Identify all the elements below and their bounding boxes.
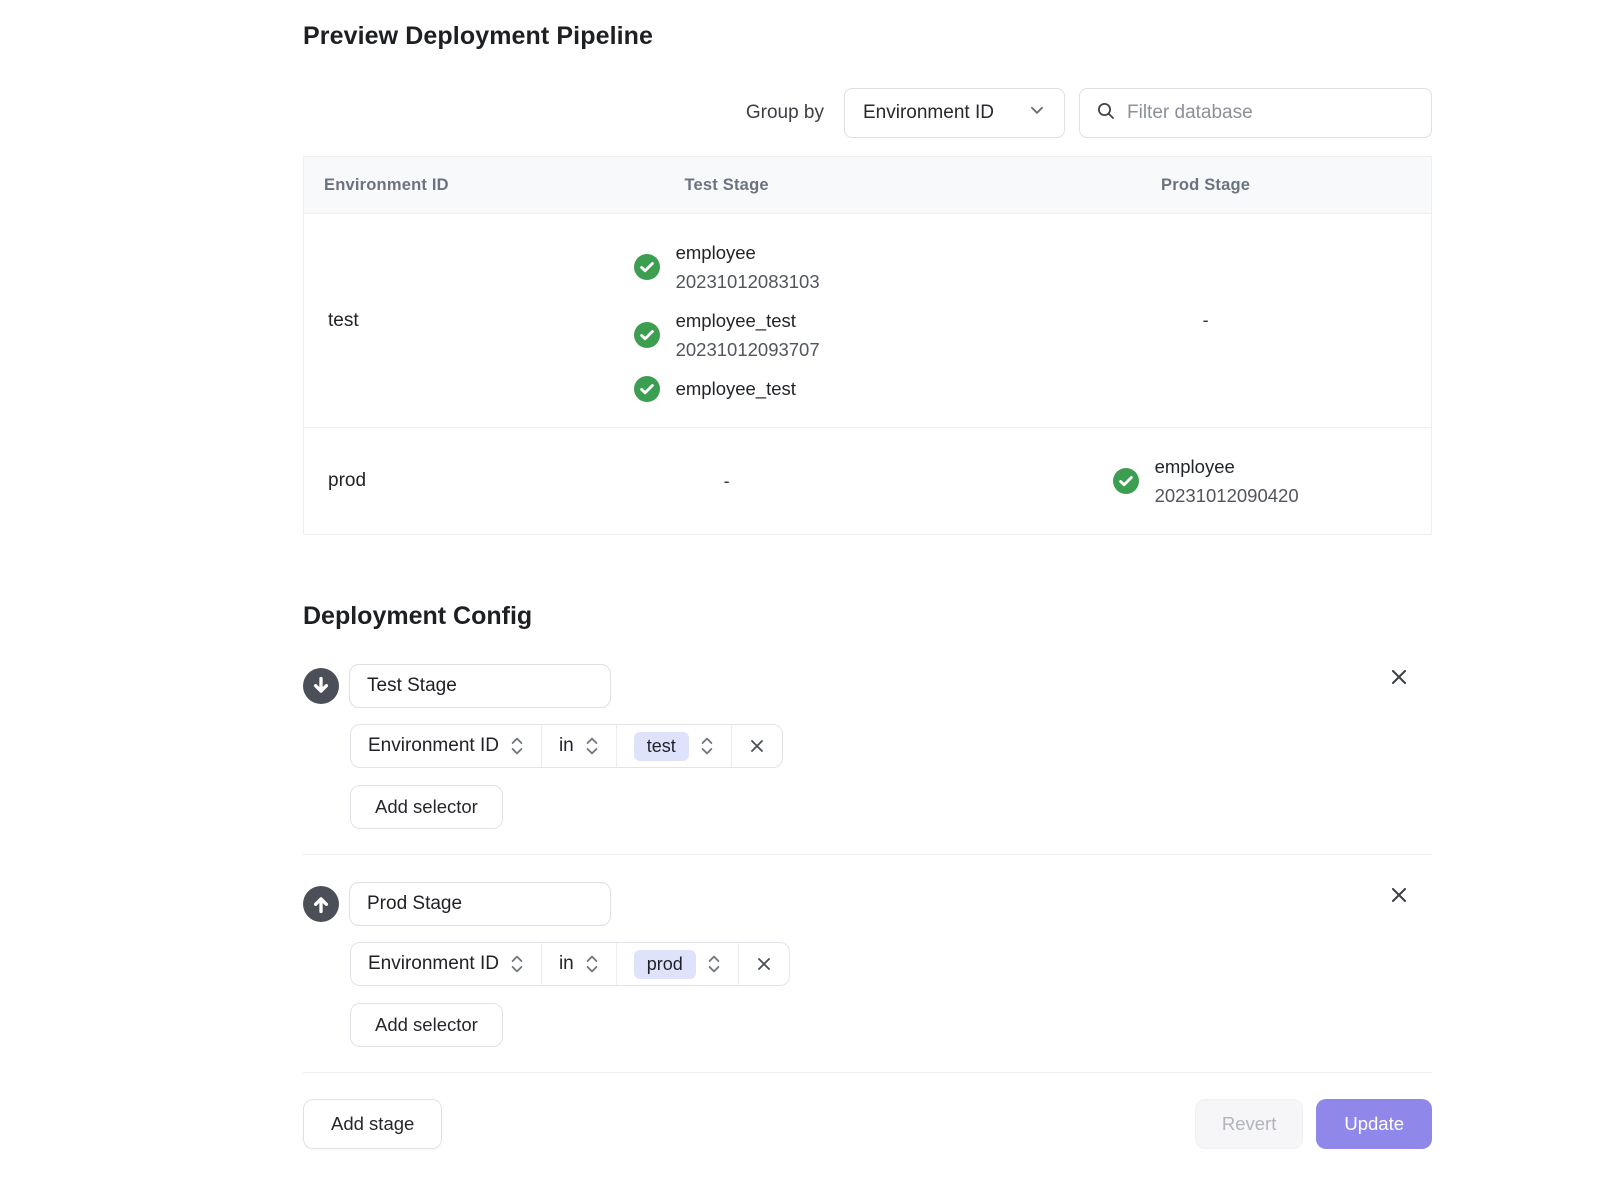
success-check-icon [634, 254, 660, 280]
remove-stage-button[interactable] [1386, 664, 1412, 690]
stage-section-prod: Environment ID in prod Add selector [303, 855, 1432, 1047]
deployment-list: employee 20231012090420 [1113, 452, 1299, 510]
close-icon [747, 736, 767, 756]
page-title: Preview Deployment Pipeline [303, 22, 1432, 51]
success-check-icon [634, 322, 660, 348]
section-divider [303, 1072, 1432, 1073]
database-name: employee_test [676, 306, 820, 335]
add-selector-button[interactable]: Add selector [350, 785, 503, 829]
prod-stage-cell: employee 20231012090420 [980, 428, 1431, 534]
deployment-item: employee_test [634, 374, 796, 403]
selector-row: Environment ID in prod [350, 942, 790, 986]
stage-head [303, 882, 1432, 926]
revert-button[interactable]: Revert [1195, 1099, 1304, 1149]
remove-selector-button[interactable] [731, 725, 782, 767]
table-row: prod - employee 20231012090420 [304, 427, 1431, 534]
selector-field-dropdown[interactable]: Environment ID [351, 943, 541, 985]
prod-stage-cell: - [980, 214, 1431, 427]
pipeline-table: Environment ID Test Stage Prod Stage tes… [303, 156, 1432, 535]
group-by-selected-value: Environment ID [863, 102, 994, 124]
add-stage-button[interactable]: Add stage [303, 1099, 442, 1149]
column-header-environment-id: Environment ID [304, 176, 473, 195]
table-row: test employee 20231012083103 [304, 213, 1431, 427]
selector-field-value: Environment ID [368, 953, 499, 975]
selector-operator-dropdown[interactable]: in [541, 725, 616, 767]
chevron-updown-icon [585, 953, 599, 975]
success-check-icon [634, 376, 660, 402]
deployment-item: employee 20231012083103 [634, 238, 820, 296]
success-check-icon [1113, 468, 1139, 494]
deployment-text: employee 20231012083103 [676, 238, 820, 296]
deployment-text: employee 20231012090420 [1155, 452, 1299, 510]
arrow-up-circle-icon [303, 886, 339, 922]
database-name: employee [676, 238, 820, 267]
update-button[interactable]: Update [1316, 1099, 1432, 1149]
table-header: Environment ID Test Stage Prod Stage [304, 157, 1431, 213]
chevron-updown-icon [510, 735, 524, 757]
remove-selector-button[interactable] [738, 943, 789, 985]
column-header-prod-stage: Prod Stage [980, 176, 1431, 195]
footer-right-actions: Revert Update [1195, 1099, 1432, 1149]
column-header-test-stage: Test Stage [473, 176, 980, 195]
footer-actions: Add stage Revert Update [303, 1099, 1432, 1149]
group-by-select[interactable]: Environment ID [844, 88, 1065, 138]
deployment-config-heading: Deployment Config [303, 602, 1432, 631]
toolbar: Group by Environment ID [303, 88, 1432, 138]
deployment-item: employee 20231012090420 [1113, 452, 1299, 510]
stage-section-test: Environment ID in test Add selector [303, 664, 1432, 829]
deployment-text: employee_test [676, 374, 796, 403]
search-input[interactable] [1127, 102, 1415, 124]
deployment-version: 20231012093707 [676, 335, 820, 364]
close-icon [1387, 665, 1411, 689]
environment-id-cell: test [304, 214, 473, 427]
selector-value-badge: test [634, 732, 689, 761]
deployment-version: 20231012090420 [1155, 481, 1299, 510]
empty-placeholder: - [1203, 310, 1209, 331]
selector-value-dropdown[interactable]: prod [616, 943, 738, 985]
environment-id-cell: prod [304, 428, 473, 534]
empty-placeholder: - [724, 471, 730, 492]
stage-name-input[interactable] [349, 664, 611, 708]
test-stage-cell: employee 20231012083103 employee_test 20… [473, 214, 980, 427]
stage-head [303, 664, 1432, 708]
selector-field-dropdown[interactable]: Environment ID [351, 725, 541, 767]
chevron-down-icon [1028, 101, 1046, 125]
close-icon [1387, 883, 1411, 907]
group-by-label: Group by [746, 102, 824, 124]
selector-operator-dropdown[interactable]: in [541, 943, 616, 985]
page: Preview Deployment Pipeline Group by Env… [0, 0, 1600, 1200]
deployment-list: employee 20231012083103 employee_test 20… [634, 238, 820, 403]
selector-row: Environment ID in test [350, 724, 783, 768]
main-content: Preview Deployment Pipeline Group by Env… [303, 0, 1432, 1200]
filter-database-search [1079, 88, 1432, 138]
chevron-updown-icon [510, 953, 524, 975]
test-stage-cell: - [473, 428, 980, 534]
selector-value-dropdown[interactable]: test [616, 725, 731, 767]
deployment-version: 20231012083103 [676, 267, 820, 296]
selector-operator-value: in [559, 953, 574, 975]
chevron-updown-icon [585, 735, 599, 757]
stage-name-input[interactable] [349, 882, 611, 926]
deployment-text: employee_test 20231012093707 [676, 306, 820, 364]
arrow-down-circle-icon [303, 668, 339, 704]
chevron-updown-icon [700, 735, 714, 757]
database-name: employee [1155, 452, 1299, 481]
add-selector-button[interactable]: Add selector [350, 1003, 503, 1047]
deployment-item: employee_test 20231012093707 [634, 306, 820, 364]
remove-stage-button[interactable] [1386, 882, 1412, 908]
search-icon [1096, 101, 1116, 126]
selector-value-badge: prod [634, 950, 696, 979]
selector-operator-value: in [559, 735, 574, 757]
close-icon [754, 954, 774, 974]
chevron-updown-icon [707, 953, 721, 975]
database-name: employee_test [676, 374, 796, 403]
selector-field-value: Environment ID [368, 735, 499, 757]
